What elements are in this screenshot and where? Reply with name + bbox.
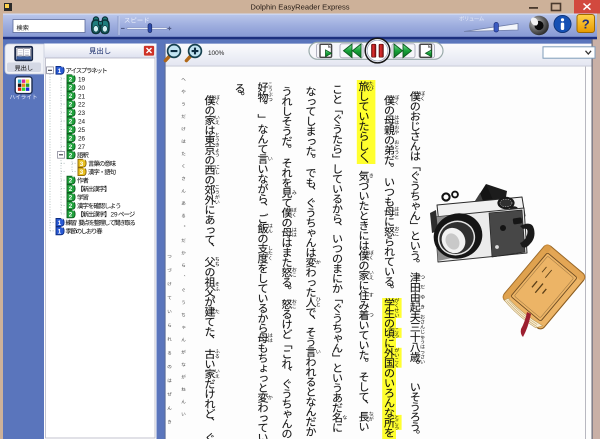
svg-text:2: 2 <box>69 93 73 100</box>
svg-text:25: 25 <box>78 127 86 134</box>
svg-text:3: 3 <box>80 161 84 168</box>
svg-text:21: 21 <box>78 93 86 100</box>
svg-text:2: 2 <box>69 144 73 151</box>
svg-text:22: 22 <box>78 102 86 109</box>
svg-text:20: 20 <box>78 85 86 92</box>
svg-text:2: 2 <box>69 186 73 193</box>
svg-text:27: 27 <box>78 144 86 151</box>
svg-text:Dolphin EasyReader Express: Dolphin EasyReader Express <box>250 3 349 12</box>
svg-text:23: 23 <box>78 110 86 117</box>
svg-text:2: 2 <box>69 203 73 210</box>
svg-text:1: 1 <box>58 220 62 227</box>
svg-text:29: 29 <box>111 212 119 219</box>
svg-text:2: 2 <box>69 211 73 218</box>
svg-text:2: 2 <box>69 102 73 109</box>
svg-text:2: 2 <box>69 127 73 134</box>
svg-text:2: 2 <box>69 85 73 92</box>
svg-text:24: 24 <box>78 119 86 126</box>
svg-text:?: ? <box>582 17 590 32</box>
svg-text:1: 1 <box>58 228 62 235</box>
svg-text:2: 2 <box>69 110 73 117</box>
svg-text:2: 2 <box>69 135 73 142</box>
svg-text:2: 2 <box>69 195 73 202</box>
svg-text:2: 2 <box>69 152 73 159</box>
svg-text:100%: 100% <box>208 50 225 57</box>
svg-text:19: 19 <box>78 76 86 83</box>
svg-text:1: 1 <box>58 68 62 75</box>
svg-text:26: 26 <box>78 136 86 143</box>
svg-text:2: 2 <box>69 76 73 83</box>
svg-text:2: 2 <box>69 178 73 185</box>
svg-text:2: 2 <box>69 119 73 126</box>
svg-text:3: 3 <box>80 169 84 176</box>
